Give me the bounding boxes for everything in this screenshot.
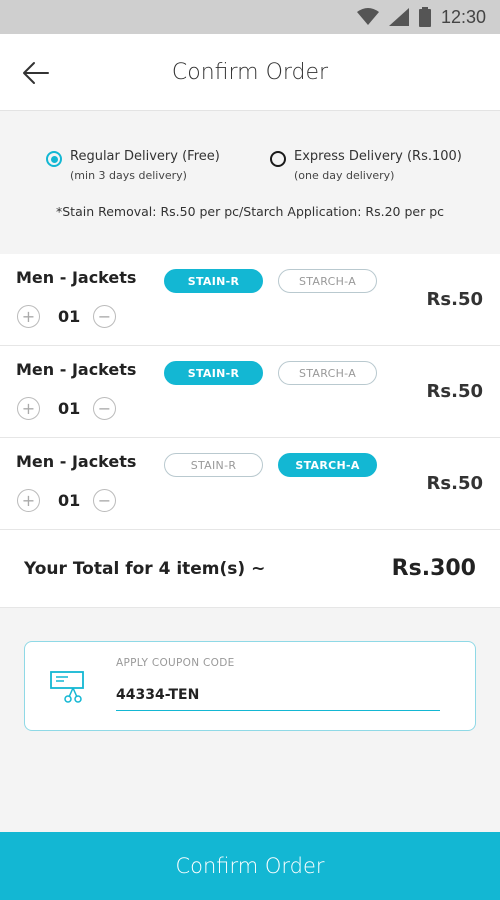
order-total-row: Your Total for 4 item(s) ~ Rs.300 [0,530,500,608]
coupon-card: APPLY COUPON CODE [24,641,476,731]
list-item: Men - Jackets STAIN-R STARCH-A + 01 − Rs… [0,254,500,346]
item-price: Rs.50 [426,289,483,310]
item-name: Men - Jackets [16,360,137,379]
plus-icon: + [21,491,36,510]
decrement-button[interactable]: − [93,489,116,512]
express-delivery-label: Express Delivery (Rs.100) [294,149,462,164]
regular-delivery-option[interactable]: Regular Delivery (Free) (min 3 days deli… [46,148,270,182]
page-title: Confirm Order [171,59,329,85]
decrement-button[interactable]: − [93,305,116,328]
starch-application-toggle[interactable]: STARCH-A [278,269,377,293]
increment-button[interactable]: + [17,305,40,328]
status-bar: 12:30 [0,0,500,34]
plus-icon: + [21,307,36,326]
regular-delivery-sub: (min 3 days delivery) [70,169,187,182]
stain-removal-toggle[interactable]: STAIN-R [164,269,263,293]
battery-icon [418,7,431,27]
app-bar: Confirm Order [0,34,500,111]
list-item: Men - Jackets STAIN-R STARCH-A + 01 − Rs… [0,346,500,438]
item-price: Rs.50 [426,473,483,494]
minus-icon: − [97,491,112,510]
status-time: 12:30 [440,6,486,27]
item-name: Men - Jackets [16,268,137,287]
quantity-value: 01 [58,307,81,326]
coupon-code-input[interactable] [116,679,440,711]
minus-icon: − [97,399,112,418]
pricing-note: *Stain Removal: Rs.50 per pc/Starch Appl… [55,204,445,219]
coupon-label: APPLY COUPON CODE [116,657,235,669]
quantity-value: 01 [58,399,81,418]
quantity-value: 01 [58,491,81,510]
decrement-button[interactable]: − [93,397,116,420]
increment-button[interactable]: + [17,397,40,420]
arrow-left-icon [23,62,49,84]
delivery-options-section: Regular Delivery (Free) (min 3 days deli… [0,111,500,254]
item-price: Rs.50 [426,381,483,402]
list-item: Men - Jackets STAIN-R STARCH-A + 01 − Rs… [0,438,500,530]
total-value: Rs.300 [391,556,476,581]
signal-icon [388,8,409,26]
wifi-icon [356,8,379,25]
starch-application-toggle[interactable]: STARCH-A [278,361,377,385]
total-label: Your Total for 4 item(s) ~ [24,558,266,579]
stain-removal-toggle[interactable]: STAIN-R [164,361,263,385]
increment-button[interactable]: + [17,489,40,512]
minus-icon: − [97,307,112,326]
plus-icon: + [21,399,36,418]
regular-delivery-label: Regular Delivery (Free) [70,149,220,164]
back-button[interactable] [18,56,54,90]
express-delivery-sub: (one day delivery) [294,169,395,182]
starch-application-toggle[interactable]: STARCH-A [278,453,377,477]
express-delivery-radio[interactable] [270,151,286,167]
coupon-scissors-icon [50,671,84,703]
regular-delivery-radio[interactable] [46,151,62,167]
confirm-order-button[interactable]: Confirm Order [0,832,500,900]
stain-removal-toggle[interactable]: STAIN-R [164,453,263,477]
items-list: Men - Jackets STAIN-R STARCH-A + 01 − Rs… [0,254,500,530]
item-name: Men - Jackets [16,452,137,471]
express-delivery-option[interactable]: Express Delivery (Rs.100) (one day deliv… [270,148,462,182]
